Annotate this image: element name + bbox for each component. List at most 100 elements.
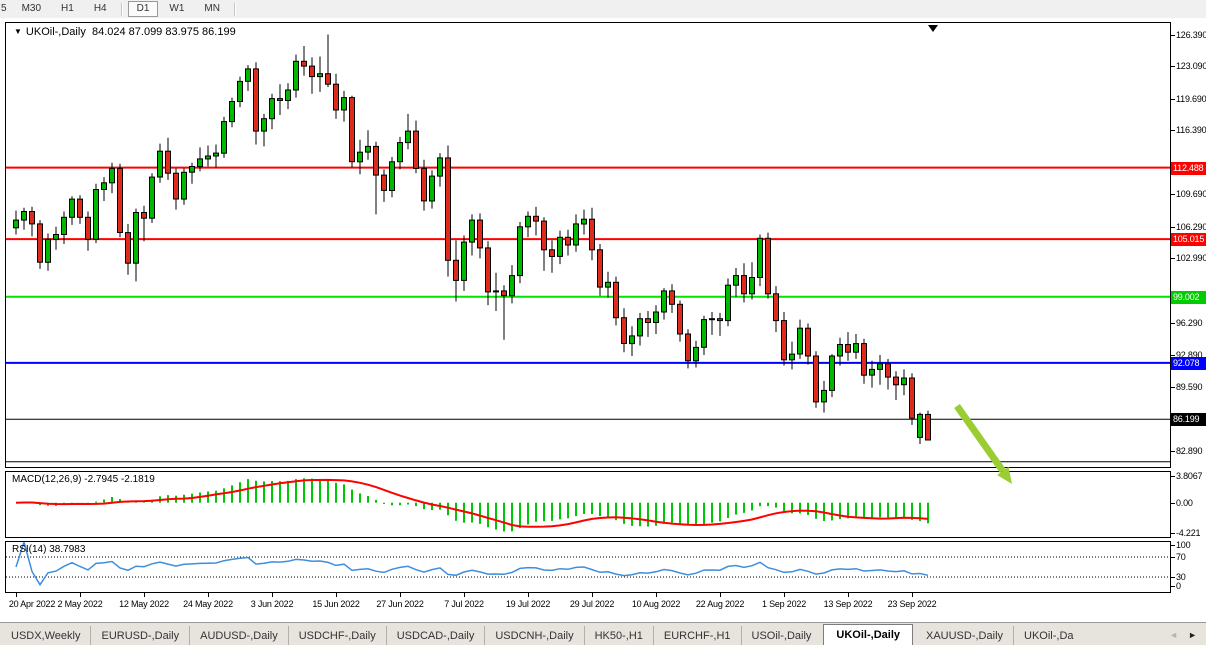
price-axis: 126.390123.090119.690116.390109.690106.2… [1171,18,1206,622]
date-tick-label: 1 Sep 2022 [753,599,815,609]
axis-tick-mark [1171,99,1175,100]
date-tick-label: 19 Jul 2022 [497,599,559,609]
date-tick-mark [592,593,593,597]
axis-tick-mark [1171,355,1175,356]
date-tick-mark [208,593,209,597]
axis-tick-mark [1171,258,1175,259]
tab-audusd-daily[interactable]: AUDUSD-,Daily [189,626,288,645]
tab-scroll-controls: ◄► [1164,623,1206,645]
axis-tick-mark [1171,35,1175,36]
axis-tick-mark [1171,323,1175,324]
tab-ukoil-da[interactable]: UKOil-,Da [1013,626,1084,645]
date-tick-mark [336,593,337,597]
date-tick-label: 7 Jul 2022 [433,599,495,609]
price-tick-label: -4.221 [1176,528,1200,539]
axis-tick-mark [1171,557,1175,558]
date-tick-mark [16,593,17,597]
price-level-badge: 99.002 [1171,291,1206,304]
main-chart-pane[interactable]: ▼ UKOil-,Daily 84.024 87.099 83.975 86.19… [5,22,1171,468]
tab-eurusd-daily[interactable]: EURUSD-,Daily [90,626,189,645]
date-tick-label: 24 May 2022 [177,599,239,609]
axis-tick-mark [1171,130,1175,131]
axis-tick-mark [1171,503,1175,504]
tab-eurchf-h1[interactable]: EURCHF-,H1 [653,626,741,645]
axis-tick-mark [1171,66,1175,67]
timeframe-button-d1[interactable]: D1 [128,1,159,17]
date-tick-mark [912,593,913,597]
collapse-triangle-icon[interactable]: ▼ [14,27,22,36]
axis-tick-mark [1171,227,1175,228]
toolbar-separator [121,3,123,16]
macd-label: MACD(12,26,9) -2.7945 -2.1819 [12,474,155,485]
date-tick-mark [272,593,273,597]
price-level-badge: 92.078 [1171,357,1206,370]
timeframe-button-5[interactable]: 5 [1,1,11,17]
date-tick-label: 12 May 2022 [113,599,175,609]
price-level-badge: 112.488 [1171,162,1206,175]
tab-usdcnh-daily[interactable]: USDCNH-,Daily [484,626,583,645]
axis-tick-mark [1171,545,1175,546]
price-tick-label: 106.290 [1176,222,1206,233]
date-tick-mark [720,593,721,597]
price-tick-label: 0.00 [1176,498,1193,509]
timeframe-button-h1[interactable]: H1 [52,1,83,17]
rsi-indicator-pane: RSI(14) 38.7983 [5,541,1171,593]
price-tick-label: 109.690 [1176,189,1206,200]
tab-usdx-weekly[interactable]: USDX,Weekly [0,626,90,645]
date-tick-label: 23 Sep 2022 [881,599,943,609]
axis-tick-mark [1171,387,1175,388]
timeframe-button-w1[interactable]: W1 [160,1,193,17]
date-tick-label: 13 Sep 2022 [817,599,879,609]
timeframe-toolbar: 5M30H1H4 D1W1MN [0,0,1206,19]
date-tick-mark [80,593,81,597]
axis-tick-mark [1171,194,1175,195]
tab-scroll-left-icon[interactable]: ◄ [1164,630,1183,640]
axis-tick-mark [1171,586,1175,587]
date-tick-mark [144,593,145,597]
tab-hk50-h1[interactable]: HK50-,H1 [584,626,653,645]
date-tick-mark [656,593,657,597]
price-tick-label: 89.590 [1176,382,1202,393]
tab-xauusd-daily[interactable]: XAUUSD-,Daily [915,626,1013,645]
axis-tick-mark [1171,451,1175,452]
date-tick-label: 22 Aug 2022 [689,599,751,609]
rsi-label: RSI(14) 38.7983 [12,544,85,555]
timeframe-button-mn[interactable]: MN [195,1,229,17]
chart-ohlc-values: 84.024 87.099 83.975 86.199 [92,26,236,38]
candlestick-chart [6,23,1170,467]
axis-tick-mark [1171,577,1175,578]
price-tick-label: 102.990 [1176,253,1206,264]
price-tick-label: 96.290 [1176,318,1202,329]
date-tick-mark [848,593,849,597]
date-tick-label: 27 Jun 2022 [369,599,431,609]
date-tick-label: 15 Jun 2022 [305,599,367,609]
tab-usdchf-daily[interactable]: USDCHF-,Daily [288,626,386,645]
chart-area: ▼ UKOil-,Daily 84.024 87.099 83.975 86.19… [0,18,1206,622]
tab-ukoil-daily[interactable]: UKOil-,Daily [823,624,913,645]
date-tick-mark [784,593,785,597]
date-tick-mark [400,593,401,597]
price-tick-label: 3.8067 [1176,471,1202,482]
timeframe-button-h4[interactable]: H4 [85,1,116,17]
date-tick-label: 29 Jul 2022 [561,599,623,609]
price-tick-label: 116.390 [1176,125,1206,136]
price-tick-label: 70 [1176,552,1186,563]
date-axis: 20 Apr 20222 May 202212 May 202224 May 2… [5,593,1171,619]
trading-terminal-window: 5M30H1H4 D1W1MN ▼ UKOil-,Daily 84.024 87.0… [0,0,1206,645]
date-tick-mark [528,593,529,597]
tab-scroll-right-icon[interactable]: ► [1183,630,1202,640]
macd-indicator-pane: MACD(12,26,9) -2.7945 -2.1819 [5,471,1171,538]
timeframe-button-m30[interactable]: M30 [13,1,50,17]
tab-usdcad-daily[interactable]: USDCAD-,Daily [386,626,485,645]
macd-plot [6,472,1170,537]
price-tick-label: 126.390 [1176,30,1206,41]
tab-usoil-daily[interactable]: USOil-,Daily [741,626,822,645]
chart-symbol-label: UKOil-,Daily [26,26,86,38]
axis-tick-mark [1171,476,1175,477]
price-tick-label: 119.690 [1176,94,1206,105]
chart-title: ▼ UKOil-,Daily 84.024 87.099 83.975 86.19… [14,26,236,38]
price-tick-label: 82.890 [1176,446,1202,457]
axis-tick-mark [1171,533,1175,534]
price-level-badge: 105.015 [1171,233,1206,246]
date-tick-label: 3 Jun 2022 [241,599,303,609]
